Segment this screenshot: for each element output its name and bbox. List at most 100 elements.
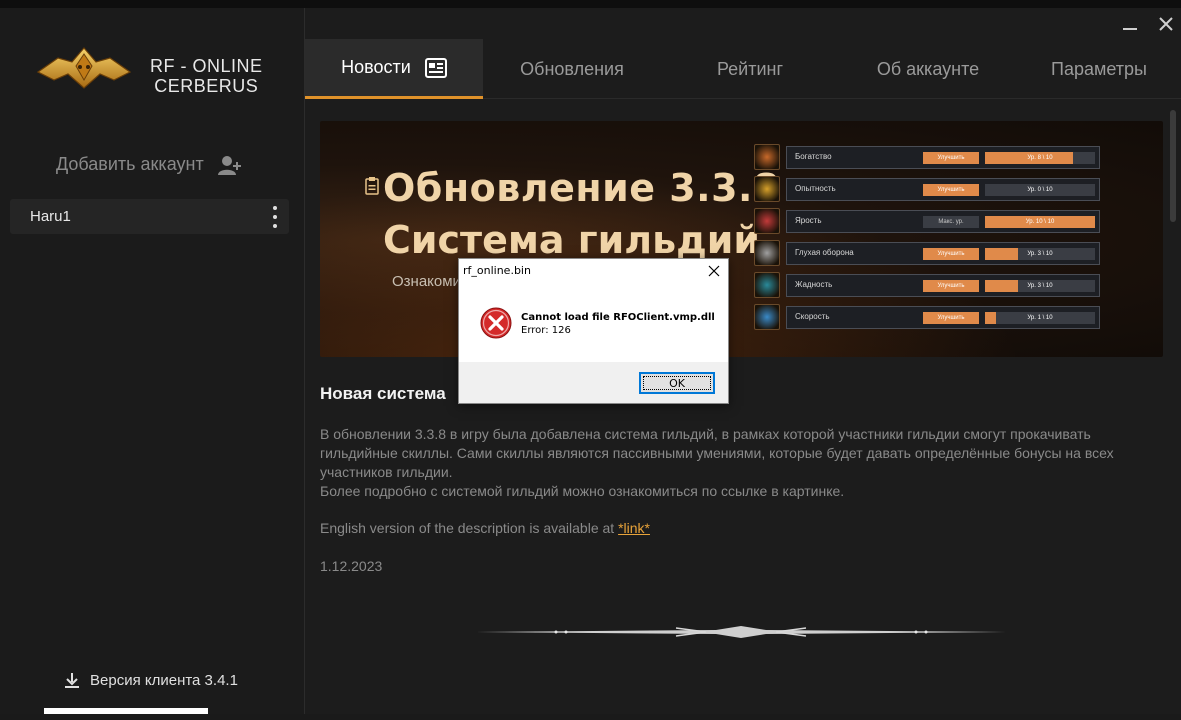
tab-account-label: Об аккаунте bbox=[876, 58, 980, 79]
dialog-message: Cannot load file RFOClient.vmp.dll Error… bbox=[521, 311, 715, 337]
ornament-divider bbox=[476, 626, 1006, 638]
skill-name: Богатство bbox=[795, 152, 832, 161]
minimize-icon bbox=[1123, 28, 1137, 30]
sidebar: RF - ONLINE CERBERUS Добавить аккаунт Ha… bbox=[0, 8, 304, 714]
brand-name: RF - ONLINE CERBERUS bbox=[150, 56, 263, 96]
taskbar-fragment bbox=[44, 708, 208, 714]
skill-name: Жадность bbox=[795, 280, 833, 289]
skill-row: Жадность Улучшить Ур. 3 \ 10 bbox=[754, 272, 1100, 298]
skill-icon bbox=[754, 240, 780, 266]
banner-title-line1: Обновление 3.3.8 bbox=[383, 166, 780, 210]
skill-box: Глухая оборона Улучшить Ур. 3 \ 10 bbox=[786, 242, 1100, 265]
skill-upgrade-button: Макс. ур. bbox=[923, 216, 979, 228]
skill-level: Ур. 1 \ 10 bbox=[1027, 315, 1053, 321]
skill-box: Богатство Улучшить Ур. 8 \ 10 bbox=[786, 146, 1100, 169]
brand-line2: CERBERUS bbox=[154, 76, 259, 96]
account-name: Haru1 bbox=[30, 208, 71, 225]
skill-box: Ярость Макс. ур. Ур. 10 \ 10 bbox=[786, 210, 1100, 233]
tab-settings[interactable]: Параметры bbox=[1017, 39, 1181, 99]
scroll-thumb[interactable] bbox=[1170, 110, 1176, 222]
banner-subtitle: Ознакоми bbox=[392, 273, 461, 290]
skill-box: Скорость Улучшить Ур. 1 \ 10 bbox=[786, 306, 1100, 329]
skill-icon bbox=[754, 176, 780, 202]
error-dialog: rf_online.bin Cannot load file RFOClient… bbox=[458, 258, 729, 404]
add-user-icon bbox=[217, 155, 241, 175]
skill-box: Опытность Улучшить Ур. 0 \ 10 bbox=[786, 178, 1100, 201]
brand-line1: RF - ONLINE bbox=[150, 56, 263, 76]
skill-level: Ур. 3 \ 10 bbox=[1027, 251, 1053, 257]
skill-row: Скорость Улучшить Ур. 1 \ 10 bbox=[754, 304, 1100, 330]
account-item[interactable]: Haru1 bbox=[10, 199, 289, 234]
skill-level: Ур. 10 \ 10 bbox=[1025, 219, 1055, 225]
tab-rating[interactable]: Рейтинг bbox=[661, 39, 839, 99]
english-note: English version of the description is av… bbox=[320, 520, 650, 536]
ok-label: OK bbox=[669, 376, 685, 390]
skill-progress-bar: Ур. 8 \ 10 bbox=[985, 152, 1095, 164]
article-title: Новая система bbox=[320, 384, 446, 403]
dialog-footer: OK bbox=[459, 362, 728, 403]
skill-progress-bar: Ур. 1 \ 10 bbox=[985, 312, 1095, 324]
skill-name: Ярость bbox=[795, 216, 822, 225]
skill-level: Ур. 3 \ 10 bbox=[1027, 283, 1053, 289]
skill-name: Опытность bbox=[795, 184, 836, 193]
skill-row: Ярость Макс. ур. Ур. 10 \ 10 bbox=[754, 208, 1100, 234]
skill-level: Ур. 0 \ 10 bbox=[1027, 187, 1053, 193]
tab-rating-label: Рейтинг bbox=[716, 58, 784, 79]
skill-progress-bar: Ур. 10 \ 10 bbox=[985, 216, 1095, 228]
english-note-text: English version of the description is av… bbox=[320, 520, 619, 536]
sidebar-divider bbox=[304, 8, 305, 714]
ok-button[interactable]: OK bbox=[639, 372, 715, 394]
close-icon bbox=[1159, 17, 1173, 31]
version-label: Версия клиента 3.4.1 bbox=[90, 672, 238, 689]
skill-icon bbox=[754, 208, 780, 234]
skill-icon bbox=[754, 144, 780, 170]
skill-box: Жадность Улучшить Ур. 3 \ 10 bbox=[786, 274, 1100, 297]
minimize-button[interactable] bbox=[1119, 13, 1141, 35]
tab-news[interactable]: Новости bbox=[305, 39, 483, 99]
article-paragraph: В обновлении 3.3.8 в игру была добавлена… bbox=[320, 426, 1114, 480]
dialog-close-icon[interactable] bbox=[706, 263, 722, 279]
dialog-titlebar: rf_online.bin bbox=[459, 259, 728, 283]
top-strip bbox=[0, 0, 1181, 8]
skill-upgrade-button: Улучшить bbox=[923, 184, 979, 196]
banner-title-line2: Система гильдий bbox=[383, 218, 761, 262]
client-version[interactable]: Версия клиента 3.4.1 bbox=[64, 672, 238, 689]
main-tabs: Новости Обновления Рейтинг Об аккаунте П… bbox=[305, 39, 1181, 99]
article-date: 1.12.2023 bbox=[320, 558, 383, 574]
tab-updates-label: Обновления bbox=[520, 58, 624, 79]
skill-upgrade-button: Улучшить bbox=[923, 152, 979, 164]
skill-name: Скорость bbox=[795, 312, 830, 321]
newspaper-icon bbox=[424, 57, 447, 78]
skill-icon bbox=[754, 272, 780, 298]
add-account-button[interactable]: Добавить аккаунт bbox=[56, 154, 242, 175]
tab-updates[interactable]: Обновления bbox=[483, 39, 661, 99]
tab-account[interactable]: Об аккаунте bbox=[839, 39, 1017, 99]
logo-icon bbox=[36, 47, 132, 89]
skill-progress-bar: Ур. 0 \ 10 bbox=[985, 184, 1095, 196]
dialog-message-line2: Error: 126 bbox=[521, 325, 571, 336]
skill-name: Глухая оборона bbox=[795, 248, 854, 257]
article-paragraph: Более подробно с системой гильдий можно … bbox=[320, 483, 845, 499]
tab-settings-label: Параметры bbox=[1051, 58, 1147, 79]
skill-row: Опытность Улучшить Ур. 0 \ 10 bbox=[754, 176, 1100, 202]
article-body: В обновлении 3.3.8 в игру была добавлена… bbox=[320, 425, 1140, 501]
dialog-title: rf_online.bin bbox=[463, 264, 531, 277]
account-menu-icon[interactable] bbox=[269, 206, 281, 228]
skill-progress-bar: Ур. 3 \ 10 bbox=[985, 248, 1095, 260]
scrollbar[interactable] bbox=[1170, 110, 1176, 720]
skill-row: Богатство Улучшить Ур. 8 \ 10 bbox=[754, 144, 1100, 170]
skill-progress-bar: Ур. 3 \ 10 bbox=[985, 280, 1095, 292]
skill-level: Ур. 8 \ 10 bbox=[1027, 155, 1053, 161]
document-icon bbox=[365, 177, 379, 195]
tab-news-label: Новости bbox=[341, 57, 411, 77]
skill-upgrade-button: Улучшить bbox=[923, 248, 979, 260]
skill-row: Глухая оборона Улучшить Ур. 3 \ 10 bbox=[754, 240, 1100, 266]
error-icon bbox=[480, 307, 512, 339]
skill-icon bbox=[754, 304, 780, 330]
download-icon bbox=[65, 672, 79, 688]
close-button[interactable] bbox=[1155, 13, 1177, 35]
add-account-label: Добавить аккаунт bbox=[56, 154, 204, 174]
skill-upgrade-button: Улучшить bbox=[923, 312, 979, 324]
window-controls bbox=[1119, 8, 1181, 40]
english-link[interactable]: *link* bbox=[618, 520, 650, 536]
